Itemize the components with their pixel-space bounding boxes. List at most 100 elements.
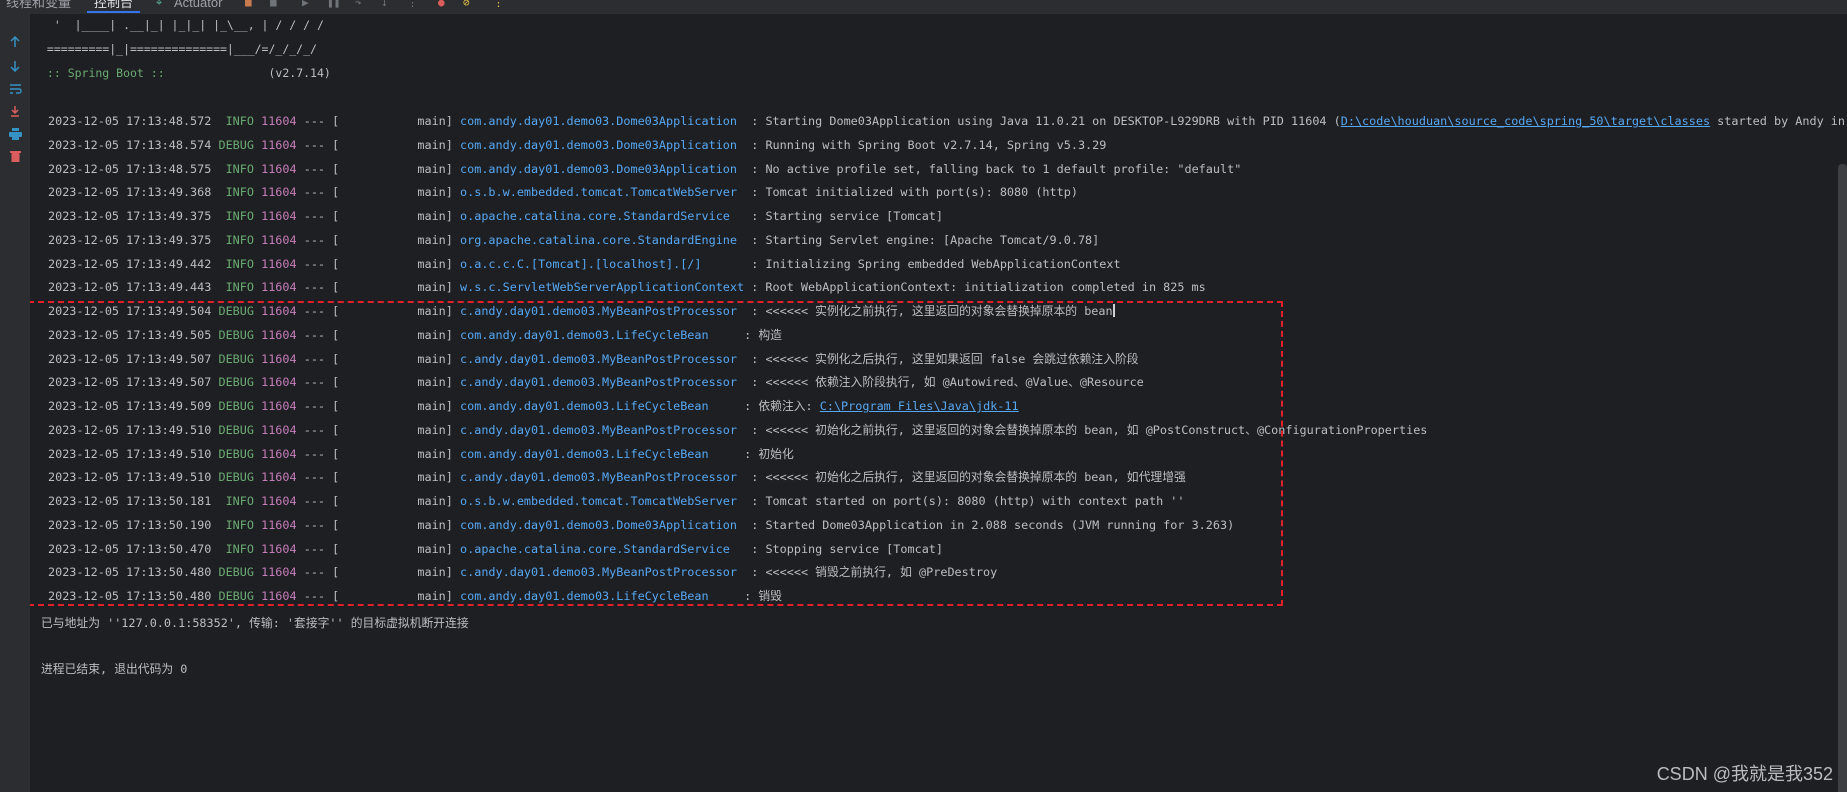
log-sep: : bbox=[744, 209, 766, 223]
log-message: Tomcat initialized with port(s): 8080 (h… bbox=[765, 185, 1078, 200]
log-pid: 11604 bbox=[261, 280, 297, 295]
console-output[interactable]: ' |____| .__|_| |_|_| |_\__, | / / / / =… bbox=[30, 14, 1847, 792]
tab-actuator[interactable]: Actuator bbox=[174, 0, 222, 11]
step-over-icon[interactable]: ↷ bbox=[355, 0, 362, 10]
log-logger: o.a.c.c.C.[Tomcat].[localhost].[/] bbox=[460, 256, 702, 271]
mute-breakpoints-icon[interactable]: ⊘ bbox=[463, 0, 470, 10]
log-thread: main bbox=[417, 232, 446, 247]
log-row: 2023-12-05 17:13:49.375 INFO 11604 --- [… bbox=[48, 231, 1099, 249]
log-logger: com.andy.day01.demo03.Dome03Application bbox=[460, 114, 738, 128]
actuator-icon: ⌖ bbox=[156, 0, 163, 9]
log-timestamp: 2023-12-05 17:13:48.574 bbox=[48, 137, 212, 152]
scroll-down-icon[interactable] bbox=[7, 58, 23, 74]
thread-padding bbox=[339, 138, 417, 152]
banner-line-1: ' |____| .__|_| |_|_| |_\__, | / / / / bbox=[40, 18, 324, 32]
log-sep: ] bbox=[445, 185, 461, 200]
scroll-up-icon[interactable] bbox=[7, 34, 23, 50]
more-actions-icon[interactable]: ⋮ bbox=[493, 0, 504, 10]
log-sep: : bbox=[744, 161, 766, 176]
log-link[interactable]: D:\code\houduan\source_code\spring_50\ta… bbox=[1341, 114, 1710, 128]
log-message: Running with Spring Boot v2.7.14, Spring… bbox=[765, 137, 1107, 152]
banner-dots bbox=[172, 66, 269, 80]
log-pid: 11604 bbox=[261, 137, 297, 152]
log-row: 2023-12-05 17:13:49.368 INFO 11604 --- [… bbox=[48, 183, 1078, 201]
pause-icon[interactable]: ❚❚ bbox=[327, 0, 340, 10]
log-sep: : bbox=[744, 137, 766, 152]
spring-boot-label: :: Spring Boot :: bbox=[40, 66, 172, 80]
log-pid: 11604 bbox=[261, 256, 297, 271]
breakpoints-icon[interactable]: ● bbox=[438, 0, 445, 10]
disconnect-message: 已与地址为 ''127.0.0.1:58352', 传输: '套接字'' 的目标… bbox=[41, 616, 469, 630]
log-timestamp: 2023-12-05 17:13:49.443 bbox=[48, 280, 212, 295]
log-level: INFO bbox=[218, 114, 254, 128]
log-sep: ] bbox=[445, 232, 461, 247]
step-into-icon[interactable]: ↓ bbox=[381, 0, 388, 10]
log-message: Starting Servlet engine: [Apache Tomcat/… bbox=[765, 232, 1100, 247]
log-row: 2023-12-05 17:13:48.572 INFO 11604 --- [… bbox=[48, 112, 1847, 130]
banner-line-3: :: Spring Boot :: (v2.7.14) bbox=[40, 66, 331, 80]
log-sep: --- [ bbox=[296, 114, 340, 128]
log-logger: w.s.c.ServletWebServerApplicationContext bbox=[460, 280, 745, 295]
clear-all-icon[interactable] bbox=[7, 148, 23, 164]
log-message-tail: started by Andy in D: bbox=[1717, 114, 1846, 128]
log-timestamp: 2023-12-05 17:13:48.572 bbox=[48, 114, 212, 128]
logger-padding bbox=[702, 257, 745, 271]
log-pid: 11604 bbox=[261, 232, 297, 247]
thread-padding bbox=[339, 257, 417, 271]
log-sep: --- [ bbox=[296, 256, 340, 271]
log-message: Root WebApplicationContext: initializati… bbox=[765, 280, 1206, 295]
log-pid: 11604 bbox=[261, 114, 297, 128]
vertical-scrollbar[interactable] bbox=[1838, 164, 1847, 792]
log-timestamp: 2023-12-05 17:13:49.375 bbox=[48, 209, 212, 223]
log-thread: main bbox=[417, 161, 446, 176]
log-thread: main bbox=[417, 209, 446, 223]
highlight-box bbox=[30, 301, 1283, 606]
log-sep: --- [ bbox=[296, 209, 340, 223]
log-row: 2023-12-05 17:13:49.375 INFO 11604 --- [… bbox=[48, 207, 943, 225]
log-message: No active profile set, falling back to 1… bbox=[765, 161, 1242, 176]
log-row: 2023-12-05 17:13:49.442 INFO 11604 --- [… bbox=[48, 255, 1121, 273]
more-icon[interactable]: ⋮ bbox=[407, 0, 418, 10]
log-sep: : bbox=[744, 280, 766, 295]
log-logger: o.apache.catalina.core.StandardService bbox=[460, 209, 730, 223]
thread-padding bbox=[339, 280, 417, 294]
log-sep: ] bbox=[445, 137, 461, 152]
log-thread: main bbox=[417, 280, 446, 295]
log-level: INFO bbox=[218, 161, 254, 176]
stop-icon[interactable]: ■ bbox=[270, 0, 277, 10]
console-toolbar: 线程和变量 控制台 ⌖ Actuator ■ ■ ▶ ❚❚ ↷ ↓ ⋮ ● ⊘ … bbox=[0, 0, 1847, 14]
log-level: INFO bbox=[218, 185, 254, 200]
log-sep: --- [ bbox=[296, 280, 340, 295]
log-pid: 11604 bbox=[261, 161, 297, 176]
tab-console[interactable]: 控制台 bbox=[87, 0, 141, 13]
scroll-to-end-icon[interactable] bbox=[7, 104, 23, 120]
log-sep: : bbox=[744, 232, 766, 247]
log-logger: com.andy.day01.demo03.Dome03Application bbox=[460, 137, 738, 152]
log-row: 2023-12-05 17:13:48.574 DEBUG 11604 --- … bbox=[48, 136, 1106, 154]
log-pid: 11604 bbox=[261, 209, 297, 223]
log-sep: : bbox=[744, 185, 766, 200]
logger-padding bbox=[730, 209, 744, 223]
log-sep: --- [ bbox=[296, 161, 340, 176]
log-timestamp: 2023-12-05 17:13:49.375 bbox=[48, 232, 212, 247]
log-sep: : bbox=[744, 114, 766, 128]
log-timestamp: 2023-12-05 17:13:48.575 bbox=[48, 161, 212, 176]
log-sep: --- [ bbox=[296, 137, 340, 152]
resume-icon[interactable]: ▶ bbox=[302, 0, 309, 10]
log-sep: ] bbox=[445, 209, 461, 223]
log-sep: ] bbox=[445, 114, 461, 128]
dump-threads-icon[interactable]: ■ bbox=[245, 0, 252, 10]
log-sep: : bbox=[744, 256, 766, 271]
console-side-toolbar bbox=[0, 14, 30, 792]
tab-threads-variables[interactable]: 线程和变量 bbox=[6, 0, 71, 11]
log-sep: --- [ bbox=[296, 185, 340, 200]
log-thread: main bbox=[417, 137, 446, 152]
thread-padding bbox=[339, 233, 417, 247]
print-icon[interactable] bbox=[7, 126, 23, 142]
soft-wrap-icon[interactable] bbox=[7, 81, 23, 97]
log-level: DEBUG bbox=[218, 137, 254, 152]
log-message: Starting service [Tomcat] bbox=[765, 209, 943, 223]
log-message: Starting Dome03Application using Java 11… bbox=[765, 114, 1341, 128]
log-logger: o.s.b.w.embedded.tomcat.TomcatWebServer bbox=[460, 185, 738, 200]
watermark: CSDN @我就是我352 bbox=[1656, 764, 1833, 784]
